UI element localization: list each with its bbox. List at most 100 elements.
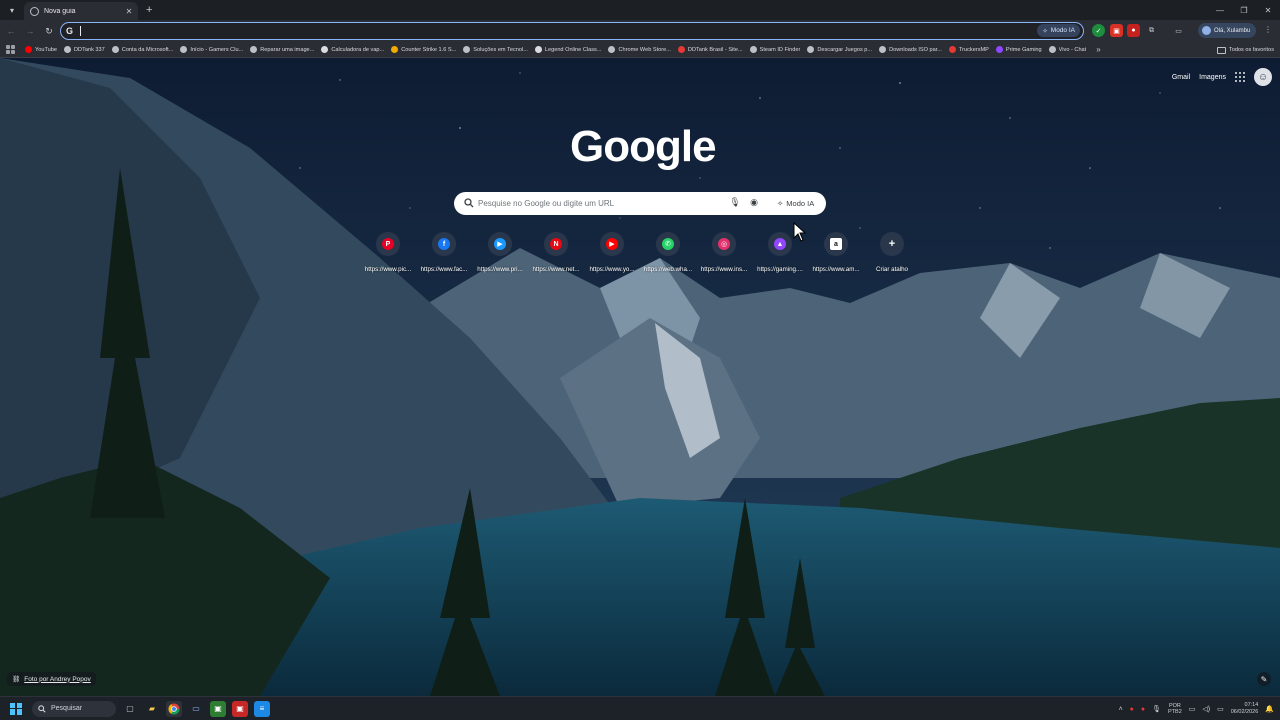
all-bookmarks-button[interactable]: Todos os favoritos — [1216, 43, 1274, 57]
battery-icon[interactable]: ▭ — [1217, 705, 1224, 713]
system-tray: ˄ ● ● 🎙 POR PTB2 ▭ ◁) ▭ 07:14 06/02/2026… — [1119, 699, 1274, 719]
extension-adblock-icon[interactable]: ● — [1127, 24, 1140, 37]
volume-icon[interactable]: ◁) — [1202, 705, 1210, 713]
bookmark-favicon-icon — [63, 46, 71, 53]
bookmark-item[interactable]: Downloads ISO par... — [876, 43, 945, 57]
tab-nova-guia[interactable]: Nova guia ✕ — [24, 2, 138, 20]
google-account-avatar[interactable]: ☺ — [1254, 68, 1272, 86]
file-explorer-icon[interactable]: ▰ — [144, 701, 160, 717]
omnibox-modo-ia-label: Modo IA — [1050, 27, 1075, 34]
extension-red-icon[interactable]: ▣ — [1110, 24, 1123, 37]
plus-icon: + — [888, 238, 896, 250]
back-arrow-icon[interactable]: ← — [3, 23, 19, 39]
taskbar-clock[interactable]: 07:14 06/02/2026 — [1231, 702, 1259, 716]
bookmark-label: TruckersMP — [958, 46, 989, 53]
bookmark-favicon-icon — [321, 46, 329, 53]
bookmark-item[interactable]: Prime Gaming — [993, 43, 1045, 57]
bookmark-favicon-icon — [180, 46, 188, 53]
google-search-box[interactable]: 🎙 ◉ ✧ Modo IA — [454, 192, 826, 215]
more-bookmarks-chevron-icon[interactable]: » — [1096, 45, 1100, 54]
bookmark-favicon-icon — [1048, 46, 1056, 53]
shortcut-tile[interactable]: a https://www.am... — [808, 232, 864, 273]
shortcut-tile[interactable]: ▶ https://www.pri... — [472, 232, 528, 273]
google-apps-grid-icon[interactable] — [1235, 72, 1245, 82]
bookmark-item[interactable]: DDTank 337 — [61, 43, 108, 57]
notepad-icon[interactable]: ≡ — [254, 700, 270, 717]
side-panel-icon[interactable]: ▭ — [1172, 24, 1185, 37]
profile-label: Olá, Xulambu — [1214, 27, 1251, 34]
shortcut-tile[interactable]: Phttps://www.pic... — [360, 232, 416, 273]
window-close-icon[interactable]: ✕ — [1256, 0, 1280, 20]
bookmark-label: Reparar uma image... — [260, 46, 315, 53]
bookmark-item[interactable]: Conta da Microsoft... — [109, 43, 177, 57]
shortcut-tile[interactable]: ▶ https://www.yo... — [584, 232, 640, 273]
bookmark-item[interactable]: DDTank Brasil - Site... — [675, 43, 746, 57]
bookmark-item[interactable]: Início - Gamers Clu... — [177, 43, 246, 57]
google-search-input[interactable] — [478, 196, 718, 211]
bookmark-item[interactable]: Descargar Juegos p... — [804, 43, 875, 57]
shortcut-icon-circle: ▶ — [600, 232, 624, 256]
network-icon[interactable]: ▭ — [1189, 705, 1196, 713]
images-link[interactable]: Imagens — [1199, 74, 1226, 81]
maximize-icon[interactable]: ❐ — [1232, 0, 1256, 20]
kebab-menu-icon[interactable]: ⋮ — [1264, 25, 1272, 34]
tray-chevron-up-icon[interactable]: ˄ — [1119, 706, 1123, 713]
tray-microphone-icon[interactable]: 🎙 — [1152, 705, 1161, 713]
bookmark-favicon-icon — [995, 46, 1003, 53]
microphone-icon[interactable]: 🎙 — [729, 197, 741, 210]
bookmark-item[interactable]: Legend Online Class... — [532, 43, 605, 57]
photo-credit-link[interactable]: ⛓ Foto por Andrey Popov — [7, 672, 96, 686]
omnibox[interactable]: G ✧ Modo IA — [60, 22, 1084, 40]
folder-icon — [1216, 46, 1226, 54]
forward-arrow-icon[interactable]: → — [22, 23, 38, 39]
shortcut-label: https://www.ins... — [700, 266, 748, 273]
bookmark-item[interactable]: Chrome Web Store... — [605, 43, 673, 57]
extension-check-icon[interactable]: ✓ — [1092, 24, 1105, 37]
shortcut-label: https://www.yo... — [589, 266, 635, 273]
bookmark-item[interactable]: YouTube — [22, 43, 60, 57]
facebook-icon: f — [438, 238, 450, 250]
tab-title: Nova guia — [44, 7, 76, 15]
profile-avatar-icon — [1202, 26, 1211, 35]
bookmark-item[interactable]: Calculadora de vap... — [318, 43, 387, 57]
task-view-icon[interactable]: ▢ — [122, 701, 138, 717]
customize-pencil-icon[interactable]: ✎ — [1257, 672, 1271, 686]
extensions-puzzle-icon[interactable]: ⧉ — [1145, 24, 1158, 37]
bookmark-item[interactable]: Steam ID Finder — [747, 43, 804, 57]
chrome-taskbar-icon[interactable] — [166, 700, 182, 717]
keyboard-language-indicator[interactable]: POR PTB2 — [1168, 703, 1182, 715]
windows-start-icon[interactable] — [10, 702, 22, 715]
profile-button[interactable]: Olá, Xulambu — [1198, 23, 1256, 38]
gmail-link[interactable]: Gmail — [1172, 74, 1190, 81]
new-tab-plus-icon[interactable]: + — [146, 4, 152, 16]
bookmark-item[interactable]: Counter Strike 1.6 S... — [388, 43, 459, 57]
bookmark-label: Calculadora de vap... — [331, 46, 385, 53]
omnibox-input[interactable] — [83, 24, 1023, 38]
notifications-bell-icon[interactable]: 🔔 — [1265, 705, 1274, 713]
close-tab-icon[interactable]: ✕ — [124, 7, 134, 16]
lang-line2: PTB2 — [1168, 709, 1182, 715]
shortcut-tile[interactable]: f https://www.fac... — [416, 232, 472, 273]
bookmark-item[interactable]: Reparar uma image... — [247, 43, 317, 57]
omnibox-modo-ia-button[interactable]: ✧ Modo IA — [1037, 24, 1080, 37]
terminal-icon[interactable]: ▭ — [188, 701, 204, 717]
taskbar-search-box[interactable]: Pesquisar — [32, 700, 116, 717]
shortcut-tile[interactable]: ◎ https://www.ins... — [696, 232, 752, 273]
shortcut-tile[interactable]: Nhttps://www.net... — [528, 232, 584, 273]
bookmark-item[interactable]: Vivo - Chat — [1046, 43, 1090, 57]
google-lens-icon[interactable]: ◉ — [748, 197, 760, 210]
shortcut-tile[interactable]: + Criar atalho — [864, 232, 920, 273]
minimize-icon[interactable]: — — [1208, 0, 1232, 20]
tray-red-app-2-icon[interactable]: ● — [1141, 706, 1145, 713]
tab-search-chevron-icon[interactable]: ▾ — [4, 3, 20, 17]
shortcut-tile[interactable]: ✆ https://web.wha... — [640, 232, 696, 273]
bookmark-item[interactable]: Soluções em Tecnol... — [460, 43, 531, 57]
bookmark-favicon-icon — [807, 46, 815, 53]
green-app-icon[interactable]: ▣ — [210, 700, 226, 717]
reload-icon[interactable]: ↻ — [41, 23, 57, 39]
apps-grid-icon[interactable] — [6, 45, 15, 54]
search-modo-ia-button[interactable]: ✧ Modo IA — [772, 196, 819, 211]
red-app-icon[interactable]: ▣ — [232, 700, 248, 717]
bookmark-item[interactable]: TruckersMP — [946, 43, 992, 57]
tray-red-app-icon[interactable]: ● — [1130, 706, 1134, 713]
